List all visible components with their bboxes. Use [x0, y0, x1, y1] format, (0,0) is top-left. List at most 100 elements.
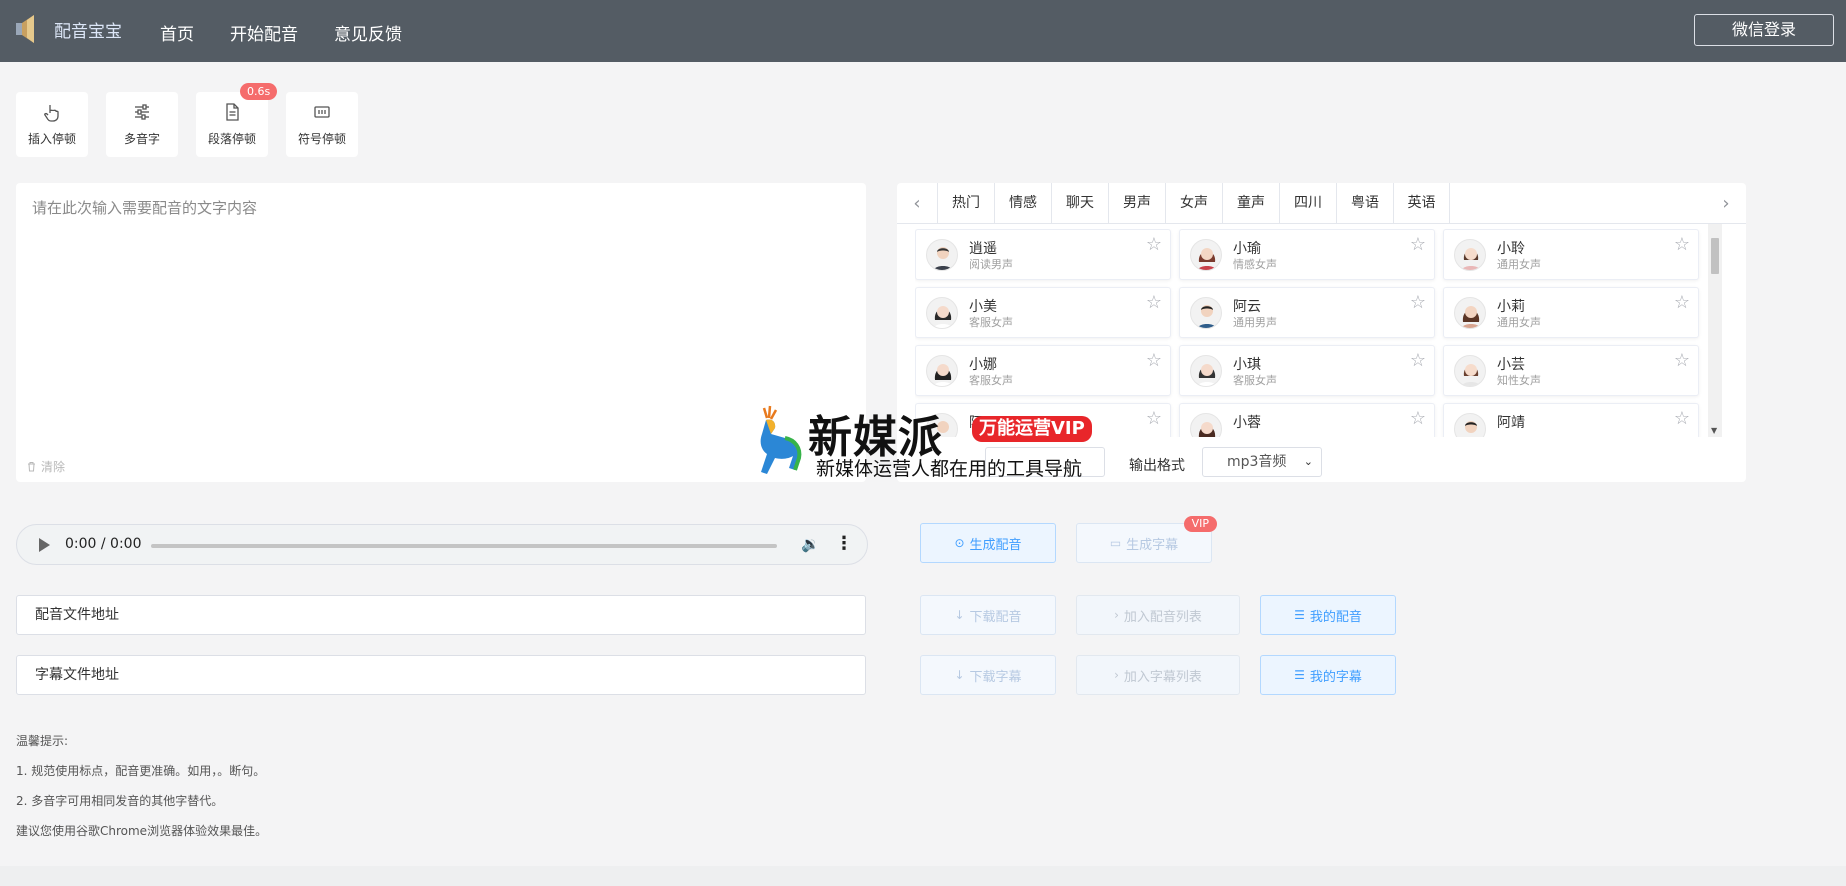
voice-avatar — [1190, 297, 1222, 329]
voice-card[interactable]: 小瑜 情感女声 ☆ — [1179, 229, 1435, 280]
output-format-select[interactable]: mp3音频 ⌄ — [1202, 447, 1322, 477]
favorite-star-icon[interactable]: ☆ — [1410, 236, 1426, 254]
add-subtitle-list-label: 加入字幕列表 — [1123, 669, 1202, 685]
download-audio-label: 下载配音 — [969, 609, 1022, 625]
voice-list-scrollbar[interactable]: ▼ — [1708, 224, 1722, 437]
download-audio-button[interactable]: ↓ 下载配音 — [920, 595, 1056, 635]
tip-item: 2. 多音字可用相同发音的其他字替代。 — [16, 794, 224, 808]
tab-male[interactable]: 男声 — [1108, 183, 1165, 223]
my-subtitle-label: 我的字幕 — [1309, 669, 1362, 685]
sliders-icon — [135, 104, 149, 120]
watermark-subtitle: 新媒体运营人都在用的工具导航 — [816, 458, 1083, 480]
favorite-star-icon[interactable]: ☆ — [1146, 410, 1162, 428]
play-circle-icon: ⊙ — [954, 536, 965, 550]
voice-category-tabs: ‹ 热门 情感 聊天 男声 女声 童声 四川 粤语 英语 › — [897, 183, 1746, 224]
add-to-subtitle-list-button[interactable]: › 加入字幕列表 — [1076, 655, 1240, 695]
favorite-star-icon[interactable]: ☆ — [1410, 352, 1426, 370]
favorite-star-icon[interactable]: ☆ — [1674, 352, 1690, 370]
voice-name: 小瑜 — [1233, 241, 1261, 257]
generate-audio-label: 生成配音 — [969, 537, 1022, 553]
voice-type: 客服女声 — [969, 374, 1013, 387]
favorite-star-icon[interactable]: ☆ — [1674, 236, 1690, 254]
nav-feedback[interactable]: 意见反馈 — [334, 20, 402, 45]
voice-card[interactable]: 阿靖 ☆ — [1443, 403, 1699, 437]
voice-name: 小莉 — [1497, 299, 1525, 315]
tips-section: 温馨提示: 1. 规范使用标点，配音更准确。如用，。断句。 2. 多音字可用相同… — [16, 733, 267, 853]
tab-child[interactable]: 童声 — [1222, 183, 1279, 223]
voice-card[interactable]: 小芸 知性女声 ☆ — [1443, 345, 1699, 396]
voice-card[interactable]: 小莉 通用女声 ☆ — [1443, 287, 1699, 338]
favorite-star-icon[interactable]: ☆ — [1674, 294, 1690, 312]
voice-card[interactable]: 阿云 通用男声 ☆ — [1179, 287, 1435, 338]
download-subtitle-button[interactable]: ↓ 下载字幕 — [920, 655, 1056, 695]
sliders-icon: ☰ — [1294, 668, 1305, 682]
playback-time: 0:00 / 0:00 — [65, 536, 142, 552]
favorite-star-icon[interactable]: ☆ — [1410, 410, 1426, 428]
playback-progress-bar[interactable] — [151, 544, 777, 548]
clear-button[interactable]: 清除 — [26, 458, 65, 475]
tab-female[interactable]: 女声 — [1165, 183, 1222, 223]
favorite-star-icon[interactable]: ☆ — [1146, 236, 1162, 254]
symbol-pause-button[interactable]: 符号停顿 — [286, 92, 358, 157]
chevron-right-icon: › — [1114, 668, 1119, 682]
dubbing-text-input[interactable] — [16, 183, 866, 443]
wechat-login-button[interactable]: 微信登录 — [1694, 14, 1834, 46]
voice-name: 小琪 — [1233, 357, 1261, 373]
voice-card[interactable]: 逍遥 阅读男声 ☆ — [915, 229, 1171, 280]
favorite-star-icon[interactable]: ☆ — [1674, 410, 1690, 428]
download-subtitle-label: 下载字幕 — [969, 669, 1022, 685]
voice-name: 逍遥 — [969, 241, 997, 257]
tabs-prev-arrow-icon[interactable]: ‹ — [897, 183, 937, 223]
generate-audio-button[interactable]: ⊙ 生成配音 — [920, 523, 1056, 563]
voice-avatar — [1190, 239, 1222, 271]
audio-url-placeholder: 配音文件地址 — [35, 607, 119, 623]
tab-chat[interactable]: 聊天 — [1051, 183, 1108, 223]
play-icon[interactable] — [39, 538, 50, 552]
polyphone-button[interactable]: 多音字 — [106, 92, 178, 157]
tab-sichuan[interactable]: 四川 — [1279, 183, 1336, 223]
generate-subtitle-button[interactable]: ▭ 生成字幕 VIP — [1076, 516, 1217, 563]
voice-avatar — [1454, 413, 1486, 437]
voice-name: 小蓉 — [1233, 415, 1261, 431]
tab-cantonese[interactable]: 粤语 — [1336, 183, 1393, 223]
scroll-down-arrow-icon[interactable]: ▼ — [1711, 426, 1717, 435]
nav-start-dubbing[interactable]: 开始配音 — [230, 20, 298, 45]
voice-card[interactable]: 小蓉 ☆ — [1179, 403, 1435, 437]
main-nav: 首页 开始配音 意见反馈 — [160, 20, 438, 45]
paragraph-pause-button[interactable]: 0.6s 段落停顿 — [196, 83, 278, 157]
voice-card[interactable]: 小美 客服女声 ☆ — [915, 287, 1171, 338]
my-audio-button[interactable]: ☰ 我的配音 — [1260, 595, 1396, 635]
audio-url-field[interactable]: 配音文件地址 — [16, 595, 866, 635]
voice-card[interactable]: 小娜 客服女声 ☆ — [915, 345, 1171, 396]
voice-type: 知性女声 — [1497, 374, 1541, 387]
tool-label: 插入停顿 — [27, 132, 76, 146]
tab-english[interactable]: 英语 — [1393, 183, 1450, 223]
voice-avatar — [1190, 413, 1222, 437]
voice-type: 情感女声 — [1233, 258, 1277, 271]
voice-name: 小娜 — [969, 357, 997, 373]
more-options-icon[interactable]: ⋮ — [835, 533, 853, 554]
insert-pause-button[interactable]: 插入停顿 — [16, 92, 88, 157]
voice-card[interactable]: 小聆 通用女声 ☆ — [1443, 229, 1699, 280]
top-nav-bar: 配音宝宝 首页 开始配音 意见反馈 微信登录 — [0, 0, 1846, 62]
favorite-star-icon[interactable]: ☆ — [1410, 294, 1426, 312]
voice-type: 通用男声 — [1233, 316, 1277, 329]
add-to-audio-list-button[interactable]: › 加入配音列表 — [1076, 595, 1240, 635]
brand[interactable]: 配音宝宝 — [16, 14, 122, 44]
subtitle-url-field[interactable]: 字幕文件地址 — [16, 655, 866, 695]
nav-home[interactable]: 首页 — [160, 20, 194, 45]
brand-name: 配音宝宝 — [54, 21, 122, 42]
tab-hot[interactable]: 热门 — [937, 183, 994, 223]
scroll-thumb[interactable] — [1711, 238, 1719, 274]
tabs-next-arrow-icon[interactable]: › — [1706, 183, 1746, 223]
voice-name: 小美 — [969, 299, 997, 315]
my-subtitle-button[interactable]: ☰ 我的字幕 — [1260, 655, 1396, 695]
tips-heading: 温馨提示: — [16, 734, 69, 748]
favorite-star-icon[interactable]: ☆ — [1146, 294, 1162, 312]
voice-card[interactable]: 小琪 客服女声 ☆ — [1179, 345, 1435, 396]
favorite-star-icon[interactable]: ☆ — [1146, 352, 1162, 370]
watermark-vip-tag: 万能运营VIP — [972, 416, 1092, 442]
volume-icon[interactable]: 🔉 — [801, 535, 820, 553]
download-icon: ↓ — [954, 668, 965, 682]
tab-emotion[interactable]: 情感 — [994, 183, 1051, 223]
